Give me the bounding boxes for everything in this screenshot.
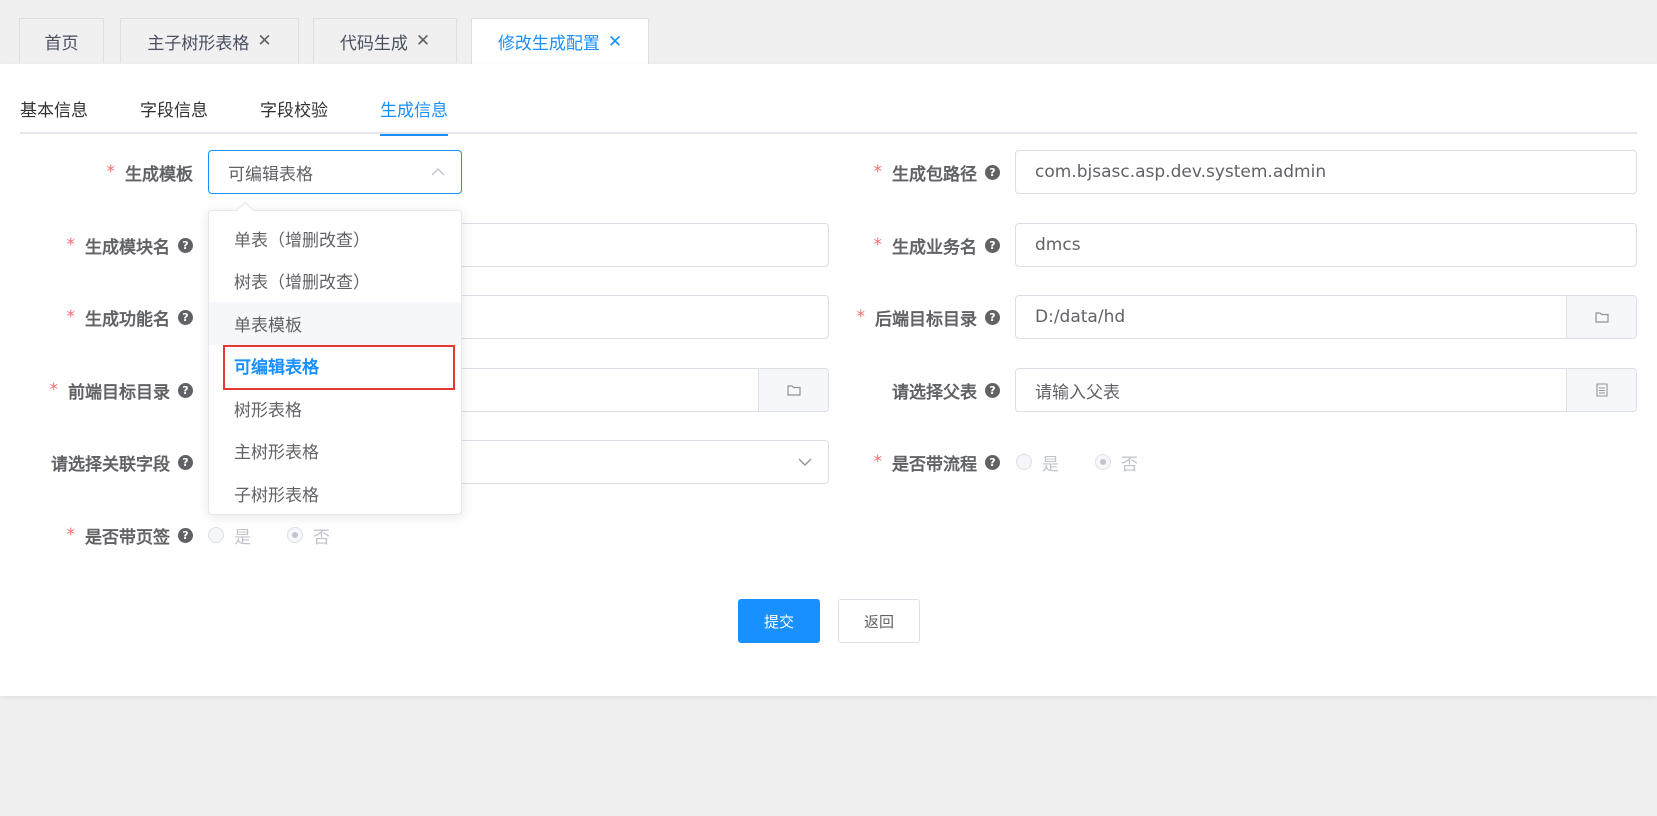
relation-field-label: 请选择关联字段? — [20, 440, 193, 484]
help-icon[interactable]: ? — [985, 164, 1000, 180]
help-icon[interactable]: ? — [985, 454, 1000, 470]
chevron-up-icon — [429, 163, 447, 181]
dropdown-option-selected[interactable]: 可编辑表格 — [209, 344, 461, 389]
tab-home[interactable]: 首页 — [19, 18, 104, 63]
tab-label: 修改生成配置 — [497, 34, 600, 54]
document-icon[interactable] — [1566, 369, 1636, 411]
with-flow-no-radio[interactable]: 否 — [1095, 450, 1138, 475]
template-label: * 生成模板 — [106, 162, 194, 185]
dropdown-option[interactable]: 子树形表格 — [209, 472, 461, 515]
template-select[interactable]: 可编辑表格 — [208, 150, 462, 194]
frontend-dir-label: * 前端目标目录? — [20, 368, 193, 412]
dropdown-option[interactable]: 主树形表格 — [209, 430, 461, 473]
help-icon[interactable]: ? — [985, 309, 1000, 325]
tab-label: 首页 — [44, 33, 79, 54]
package-path-label: * 生成包路径? — [840, 150, 1000, 194]
tab-field-info[interactable]: 字段信息 — [140, 96, 208, 134]
with-tabs-yes-radio[interactable]: 是 — [208, 523, 251, 548]
business-name-input[interactable]: dmcs — [1015, 223, 1637, 267]
template-value: 可编辑表格 — [228, 164, 313, 185]
help-icon[interactable]: ? — [178, 309, 193, 325]
chevron-down-icon — [796, 453, 814, 471]
close-icon[interactable]: ✕ — [257, 31, 271, 51]
parent-table-label: 请选择父表? — [840, 368, 1000, 412]
tab-code-gen[interactable]: 代码生成 ✕ — [313, 18, 457, 63]
back-button[interactable]: 返回 — [838, 599, 920, 643]
with-tabs-no-radio[interactable]: 否 — [287, 523, 330, 548]
template-dropdown: 单表（增删改查） 树表（增删改查） 单表模板 可编辑表格 树形表格 主树形表格 … — [208, 201, 462, 515]
with-tabs-radio-group: 是 否 — [208, 513, 366, 557]
dropdown-option[interactable]: 树表（增删改查） — [209, 260, 461, 303]
tab-label: 主子树形表格 — [147, 33, 250, 54]
help-icon[interactable]: ? — [178, 237, 193, 253]
dropdown-option[interactable]: 树形表格 — [209, 387, 461, 430]
folder-icon[interactable] — [758, 369, 828, 411]
folder-icon[interactable] — [1566, 296, 1636, 338]
tab-bar: 首页 主子树形表格 ✕ 代码生成 ✕ 修改生成配置 ✕ — [0, 0, 1657, 64]
with-flow-radio-group: 是 否 — [1016, 440, 1174, 484]
dropdown-option[interactable]: 单表模板 — [209, 302, 461, 345]
function-name-label: * 生成功能名? — [20, 295, 193, 339]
backend-dir-input[interactable]: D:/data/hd — [1015, 295, 1637, 339]
with-flow-label: * 是否带流程? — [840, 440, 1000, 484]
submit-button[interactable]: 提交 — [738, 599, 820, 643]
help-icon[interactable]: ? — [985, 237, 1000, 253]
parent-table-input[interactable]: 请输入父表 — [1015, 368, 1637, 412]
with-flow-yes-radio[interactable]: 是 — [1016, 450, 1059, 475]
with-tabs-label: * 是否带页签? — [20, 513, 193, 557]
tab-edit-gen-config[interactable]: 修改生成配置 ✕ — [471, 18, 649, 64]
help-icon[interactable]: ? — [178, 382, 193, 398]
dropdown-option[interactable]: 单表（增删改查） — [209, 217, 461, 260]
inner-tabs: 基本信息 字段信息 字段校验 生成信息 — [20, 64, 1637, 136]
tab-gen-info[interactable]: 生成信息 — [380, 96, 448, 136]
tab-basic-info[interactable]: 基本信息 — [20, 96, 88, 134]
close-icon[interactable]: ✕ — [608, 32, 622, 52]
backend-dir-label: * 后端目标目录? — [840, 295, 1000, 339]
tab-master-child-tree-table[interactable]: 主子树形表格 ✕ — [120, 18, 299, 63]
tab-field-validation[interactable]: 字段校验 — [260, 96, 328, 134]
tab-label: 代码生成 — [339, 33, 408, 54]
package-path-input[interactable]: com.bjsasc.asp.dev.system.admin — [1015, 150, 1637, 194]
module-name-label: * 生成模块名? — [20, 223, 193, 267]
business-name-label: * 生成业务名? — [840, 223, 1000, 267]
close-icon[interactable]: ✕ — [416, 31, 430, 51]
help-icon[interactable]: ? — [178, 454, 193, 470]
help-icon[interactable]: ? — [985, 382, 1000, 398]
help-icon[interactable]: ? — [178, 527, 193, 543]
